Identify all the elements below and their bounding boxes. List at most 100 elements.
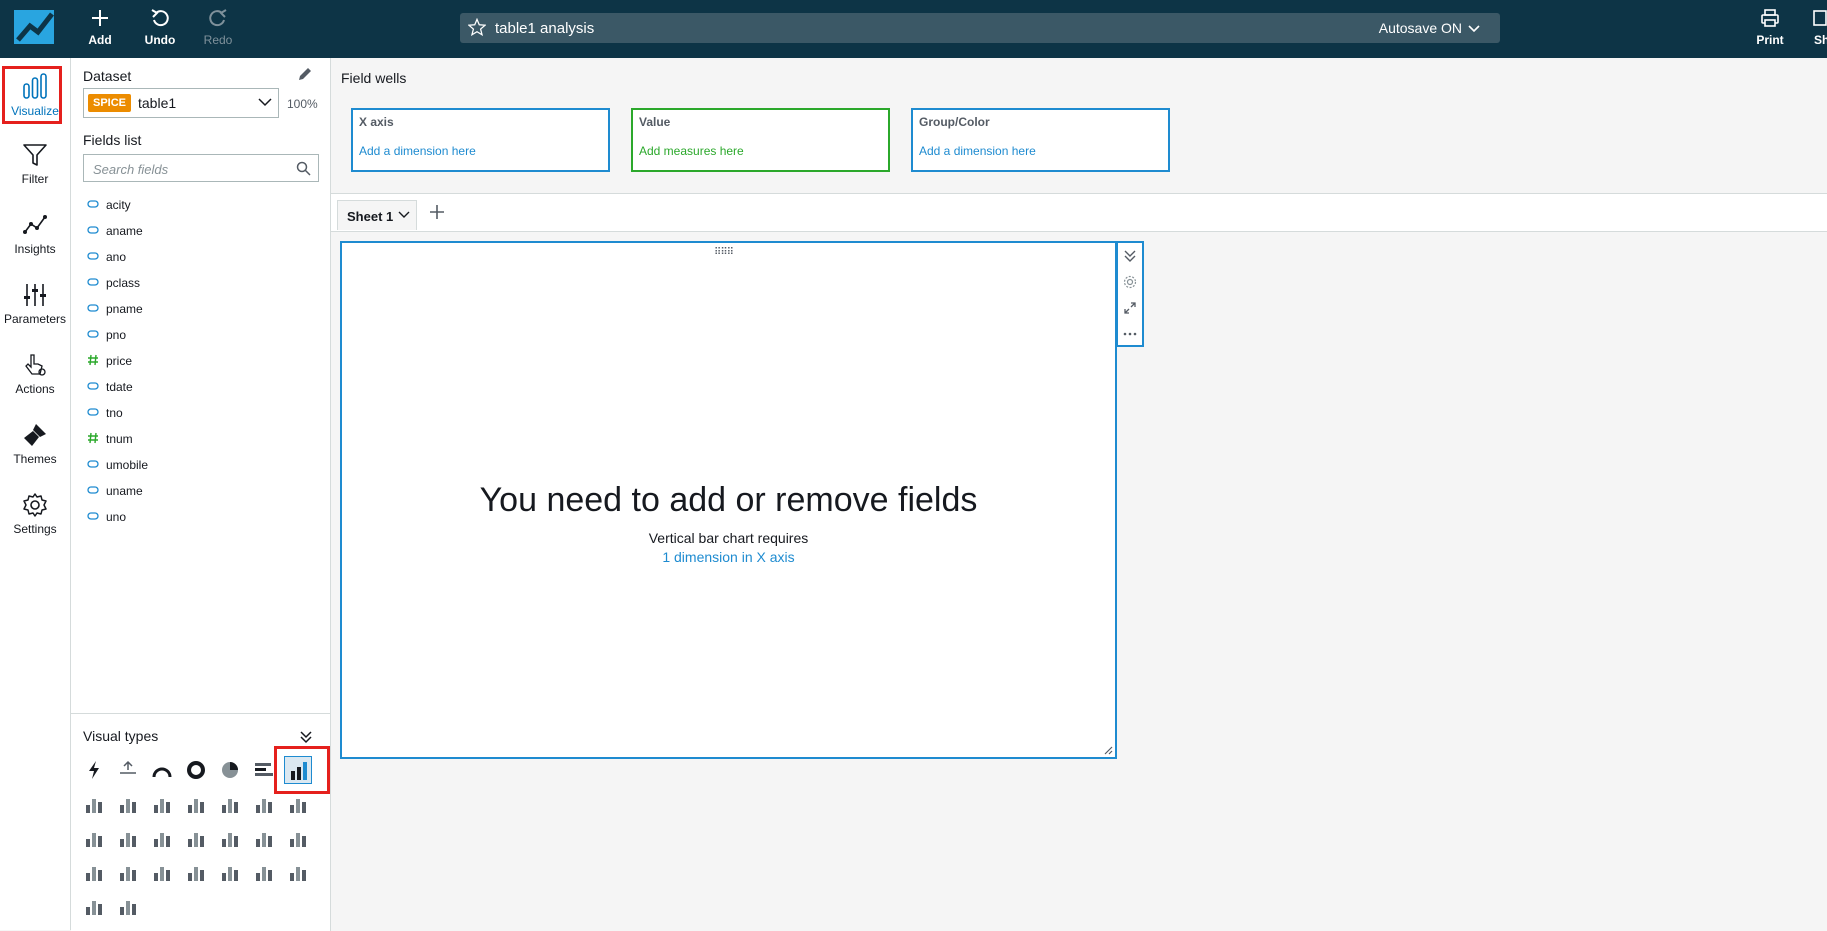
nav-insights[interactable]: Insights [0,212,70,256]
dimension-tag-icon [87,226,99,234]
visual-requirement-link[interactable]: 1 dimension in X axis [342,549,1115,565]
visual-type-pie[interactable] [216,756,244,784]
vertical-stacked-bar-icon [120,799,136,813]
nav-parameters[interactable]: Parameters [0,282,70,326]
double-chevron-down-icon[interactable] [299,730,313,744]
visual-type-line[interactable] [250,790,278,818]
nav-settings-label: Settings [13,522,57,536]
share-icon [1813,10,1827,26]
visual-type-stacked-area[interactable] [148,824,176,852]
search-input[interactable] [84,155,295,183]
visual-type-scatter[interactable] [114,858,142,886]
star-icon[interactable] [468,18,486,36]
add-sheet-icon[interactable] [429,204,445,220]
visual-types-label: Visual types [83,728,159,744]
visual-type-table[interactable] [250,824,278,852]
print-label: Print [1756,33,1784,47]
visual-type-insight[interactable] [80,892,108,920]
visual-type-gauge[interactable] [148,756,176,784]
search-icon[interactable] [296,161,311,176]
dataset-select[interactable]: SPICE table1 [83,88,279,118]
nav-actions[interactable]: Actions [0,352,70,396]
resize-handle-icon[interactable] [1103,745,1113,755]
value-well[interactable]: Value Add measures here [631,108,890,172]
collapse-icon[interactable] [1123,249,1137,263]
field-name: pname [106,302,143,316]
nav-actions-label: Actions [15,382,55,396]
analysis-title-bar[interactable]: table1 analysis Autosave ON [460,13,1500,43]
printer-icon [1761,9,1779,27]
visual-type-combo-stacked-line[interactable] [114,824,142,852]
pointer-icon [25,354,46,376]
vertical-100-bar-icon [188,799,204,813]
visual-type-funnel[interactable] [182,858,210,886]
nav-parameters-label: Parameters [3,312,67,326]
nav-settings[interactable]: Settings [0,492,70,536]
visual-type-donut[interactable] [182,756,210,784]
tree-map-icon [86,867,102,881]
quicksight-logo-icon[interactable] [14,10,54,44]
value-well-title: Value [639,115,671,129]
visual-type-autograph[interactable] [80,756,108,784]
value-well-placeholder[interactable]: Add measures here [639,144,744,158]
x-axis-well[interactable]: X axis Add a dimension here [351,108,610,172]
share-button[interactable]: Sh [1800,8,1827,47]
visual-type-heat-map[interactable] [284,824,312,852]
expand-icon[interactable] [1123,301,1137,315]
kpi-icon [120,760,136,774]
insight-icon [86,901,102,915]
drag-handle-icon[interactable]: ⠿⠿⠿ [714,247,734,258]
field-name: tno [106,406,123,420]
visual-type-vertical-stacked-bar[interactable] [114,790,142,818]
add-button[interactable]: Add [74,8,126,47]
visual-type-vertical-100-bar[interactable] [182,790,210,818]
group-color-well-placeholder[interactable]: Add a dimension here [919,144,1036,158]
donut-icon [187,761,205,779]
visual-type-combo-bar-line[interactable] [80,824,108,852]
undo-button[interactable]: Undo [134,8,186,47]
analysis-title[interactable]: table1 analysis [495,20,594,37]
visual-type-tree-map[interactable] [80,858,108,886]
visual-type-filled-map[interactable] [250,858,278,886]
gear-icon[interactable] [1123,275,1137,289]
dimension-tag-icon [87,304,99,312]
filled-map-icon [256,867,272,881]
visual-type-area[interactable] [284,790,312,818]
more-options-icon[interactable] [1123,327,1137,341]
visual-type-histogram[interactable] [148,858,176,886]
measure-hash-icon [88,432,98,444]
visual-type-box-plot[interactable] [182,824,210,852]
word-cloud-icon [120,901,136,915]
visual-type-word-cloud[interactable] [114,892,142,920]
x-axis-well-placeholder[interactable]: Add a dimension here [359,144,476,158]
horizontal-bar-icon [255,763,273,776]
visual-type-pivot-table[interactable] [216,824,244,852]
redo-button[interactable]: Redo [192,8,244,47]
nav-filter[interactable]: Filter [0,142,70,186]
dimension-tag-icon [87,252,99,260]
histogram-icon [154,867,170,881]
visual-type-waterfall[interactable] [216,790,244,818]
pencil-icon[interactable] [297,66,313,82]
visual-type-horizontal-100-bar[interactable] [148,790,176,818]
chevron-down-icon[interactable] [398,211,410,219]
plus-icon [92,10,108,26]
visual-canvas[interactable]: ⠿⠿⠿ You need to add or remove fields Ver… [340,241,1117,759]
nav-themes[interactable]: Themes [0,422,70,466]
x-axis-well-title: X axis [359,115,394,129]
field-wells-title: Field wells [341,70,407,86]
sheet-tab[interactable]: Sheet 1 [337,200,417,230]
visual-type-horizontal-stacked-bar[interactable] [80,790,108,818]
group-color-well[interactable]: Group/Color Add a dimension here [911,108,1170,172]
paintbrush-icon [24,424,46,446]
print-button[interactable]: Print [1744,8,1796,47]
search-fields[interactable] [83,154,319,183]
visual-type-kpi[interactable] [114,756,142,784]
filter-icon [23,144,47,166]
visual-toolbar [1116,241,1144,347]
autosave-toggle[interactable]: Autosave ON [1379,20,1480,36]
visual-type-points-map[interactable] [284,858,312,886]
visual-type-sankey[interactable] [216,858,244,886]
field-name: uname [106,484,143,498]
field-name: pno [106,328,127,342]
